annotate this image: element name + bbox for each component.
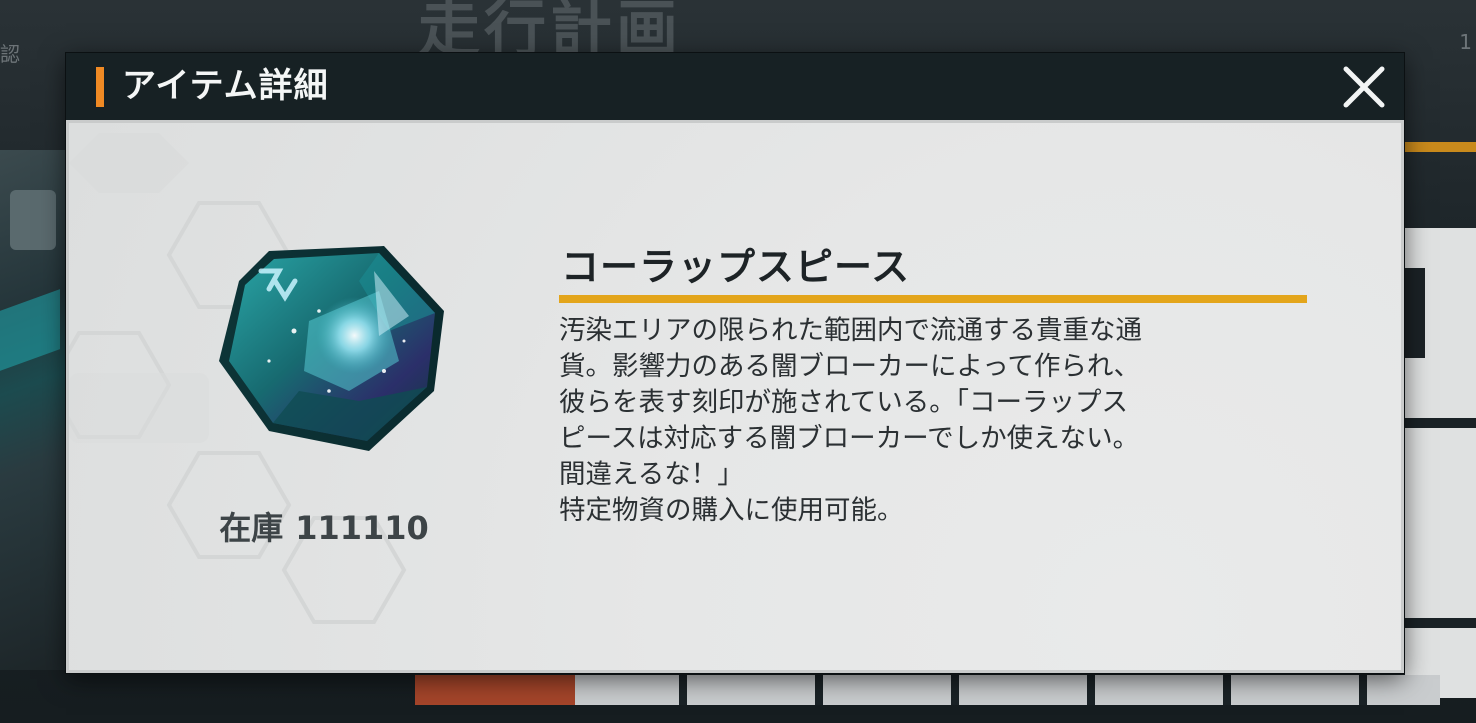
description-line: 間違えるな！」 <box>559 459 744 490</box>
stock-count: 在庫 111110 <box>129 503 519 549</box>
corrupt-piece-gem-icon <box>209 241 459 461</box>
background-robot-art <box>0 150 70 670</box>
background-accent-line <box>1405 142 1476 152</box>
item-name-underline <box>559 295 1307 303</box>
background-corner-text-right: 1 <box>1459 30 1472 54</box>
dialog-header: アイテム詳細 <box>66 53 1404 120</box>
item-detail-dialog: アイテム詳細 在庫 111110 コーラップスピース 汚染エリアの限られた範囲内… <box>46 53 1404 673</box>
stock-label: 在庫 <box>219 509 284 547</box>
background-card-panels <box>1405 228 1476 698</box>
description-line: 彼らを表す刻印が施されている。「コーラップス <box>559 387 1128 418</box>
description-line: 汚染エリアの限られた範囲内で流通する貴重な通 <box>559 315 1142 346</box>
dialog-body: 在庫 111110 コーラップスピース 汚染エリアの限られた範囲内で流通する貴重な… <box>46 120 1404 673</box>
description-line: 特定物資の購入に使用可能。 <box>559 495 904 526</box>
item-description: 汚染エリアの限られた範囲内で流通する貴重な通 貨。影響力のある闇ブローカーによっ… <box>559 313 1299 529</box>
close-button[interactable] <box>1338 61 1390 113</box>
stock-value: 111110 <box>295 509 429 547</box>
header-accent-bar <box>96 67 104 107</box>
description-line: ピースは対応する闇ブローカーでしか使えない。 <box>559 423 1140 454</box>
item-name: コーラップスピース <box>561 245 911 289</box>
close-icon <box>1343 66 1385 108</box>
game-screen: 走行計画 認 1 アイテム詳細 在庫 111110 コーラップスピース 汚染エリ… <box>0 0 1476 723</box>
dialog-title: アイテム詳細 <box>122 66 329 106</box>
background-corner-text-left: 認 <box>0 42 20 66</box>
description-line: 貨。影響力のある闇ブローカーによって作られ、 <box>559 351 1141 382</box>
background-bottom-slot-highlight <box>415 675 575 705</box>
